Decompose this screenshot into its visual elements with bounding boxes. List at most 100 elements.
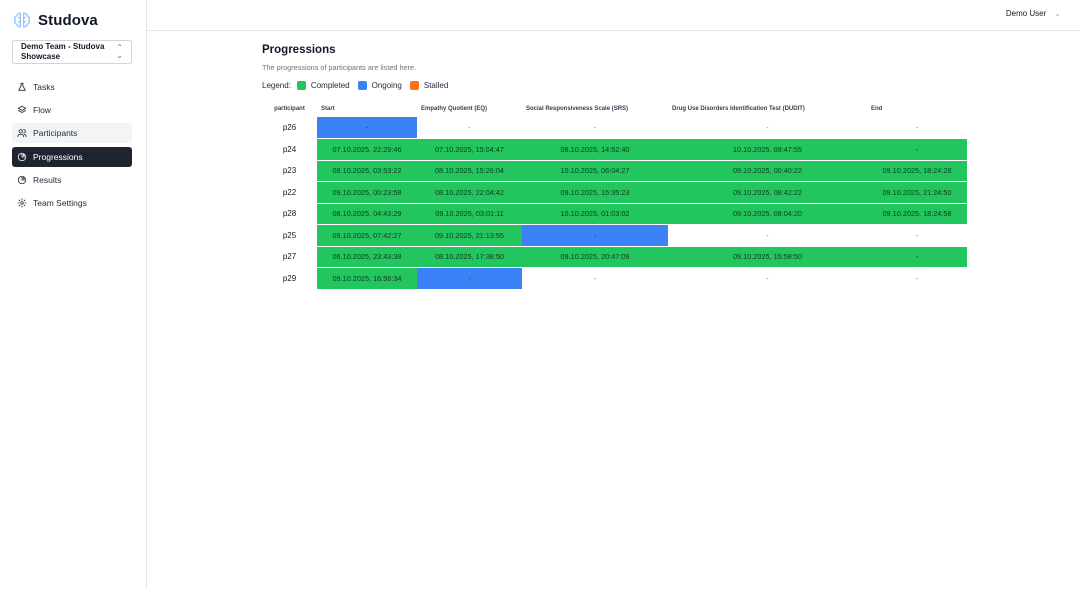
progress-cell: 09.10.2025, 03:01:11 [417,203,522,225]
progress-cell: 09.10.2025, 00:40:22 [668,160,867,182]
progress-cell: 09.10.2025, 00:23:58 [317,181,417,204]
progress-cell: 09.10.2025, 15:58:50 [668,246,867,268]
page-subtitle: The progressions of participants are lis… [262,63,417,72]
progress-cell: - [522,224,668,247]
progress-cell: 09.10.2025, 21:24:50 [867,181,967,204]
legend: Legend: Completed Ongoing Stalled [262,81,456,90]
progress-cell: 07.10.2025, 15:04:47 [417,138,522,161]
progress-cell: - [417,267,522,290]
progress-cell: 09.10.2025, 15:35:23 [522,181,668,204]
legend-text: Completed [310,81,350,90]
table-row[interactable]: p27 06.10.2025, 23:43:38 08.10.2025, 17:38… [262,246,967,268]
table-row[interactable]: p29 09.10.2025, 16:56:34- - - - [262,267,967,290]
page-title: Progressions [262,44,336,56]
layers-icon [17,106,27,114]
sidebar-item-progressions[interactable]: Progressions [12,146,132,167]
table-header-row: participant Start Empathy Quotient (EQ) … [262,101,967,117]
gear-icon [17,198,27,208]
table-row[interactable]: p28 08.10.2025, 04:43:29 09.10.2025, 03:01… [262,203,967,225]
progress-cell: 08.10.2025, 14:52:40 [522,138,668,161]
legend-text: Stalled [423,81,449,90]
progress-cell: 09.10.2025, 08:42:22 [668,181,867,204]
progressions-table: participant Start Empathy Quotient (EQ) … [262,101,967,290]
participant-id: p28 [262,203,317,225]
progress-cell: - [867,246,967,268]
sidebar-item-flow[interactable]: Flow [12,100,132,120]
legend-swatch [357,81,367,90]
brain-logo-icon [14,12,30,28]
pie-chart-icon [17,152,27,161]
progress-cell: - [668,267,867,290]
table-row[interactable]: p26- - - - - [262,117,967,139]
progress-cell: - [668,117,867,139]
team-selector[interactable]: Demo Team - Studova Showcase ⌃ ⌄ [12,40,132,64]
legend-item-stalled: Stalled [409,81,449,90]
flask-icon [18,82,26,91]
table-row[interactable]: p23 08.10.2025, 03:53:22 08.10.2025, 15:26… [262,160,967,182]
progress-cell: 10.10.2025, 09:47:55 [668,138,867,161]
progress-cell: - [867,138,967,161]
legend-item-ongoing: Ongoing [357,81,402,90]
sidebar-item-participants[interactable]: Participants [12,123,132,144]
legend-item-completed: Completed [296,81,350,90]
app-name: Studova [38,11,98,29]
participant-id: p26 [262,117,317,139]
progress-cell: 08.10.2025, 03:53:22 [317,160,417,182]
progress-cell: 07.10.2025, 22:29:46 [317,138,417,161]
progress-cell: - [867,224,967,247]
progress-cell: 08.10.2025, 22:04:42 [417,181,522,204]
progress-cell: 08.10.2025, 15:26:04 [417,160,522,182]
logo[interactable]: Studova [12,10,98,30]
progress-cell: - [317,117,417,139]
participant-id: p27 [262,246,317,268]
main-content: Progressions The progressions of partici… [262,42,456,90]
legend-label: Legend: [262,81,291,90]
participant-id: p29 [262,267,317,290]
topbar: Demo User ⌄ [147,0,1080,31]
progress-cell: - [522,117,668,139]
team-name: Demo Team - Studova Showcase [21,42,105,61]
progress-cell: 09.10.2025, 18:24:58 [867,203,967,225]
sidebar-item-label: Flow [33,105,51,116]
sidebar-item-label: Progressions [33,151,83,162]
progress-cell: 06.10.2025, 23:43:38 [317,246,417,268]
progress-cell: - [417,117,522,139]
sidebar-item-label: Results [33,174,62,185]
users-icon [17,129,27,138]
sidebar-nav: Tasks Flow Participants Progressions Res… [12,77,132,216]
progress-cell: - [522,267,668,290]
sidebar-item-tasks[interactable]: Tasks [12,77,132,97]
participant-id: p23 [262,160,317,182]
sidebar-item-label: Tasks [33,82,55,92]
legend-text: Ongoing [371,81,402,90]
user-name: Demo User [1005,9,1047,18]
progress-cell: 09.10.2025, 07:42:27 [317,224,417,247]
sidebar-item-label: Participants [33,128,78,139]
sidebar-item-results[interactable]: Results [12,170,132,190]
progress-cell: - [668,224,867,247]
column-header: Start [321,106,335,112]
legend-swatch [296,81,306,90]
sidebar-item-team-settings[interactable]: Team Settings [12,193,132,213]
progress-cell: 08.10.2025, 04:43:29 [317,203,417,225]
column-header: participant [274,106,305,112]
sidebar-item-label: Team Settings [33,197,87,208]
table-row[interactable]: p24 07.10.2025, 22:29:46 07.10.2025, 15:04… [262,138,967,161]
participant-id: p25 [262,224,317,247]
progress-cell: 10.10.2025, 06:04:27 [522,160,668,182]
progress-cell: 09.10.2025, 16:56:34 [317,267,417,290]
progress-cell: 09.10.2025, 08:04:20 [668,203,867,225]
pie-chart-icon [17,175,27,184]
progress-cell: 10.10.2025, 01:03:02 [522,203,668,225]
chevron-down-icon: ⌄ [1054,9,1061,18]
chevron-updown-icon: ⌃ ⌄ [116,43,123,60]
participant-id: p24 [262,138,317,161]
table-row[interactable]: p22 09.10.2025, 00:23:58 08.10.2025, 22:04… [262,181,967,204]
progress-cell: 09.10.2025, 20:47:09 [522,246,668,268]
user-menu[interactable]: Demo User ⌄ [1006,9,1061,18]
column-header: End [871,106,883,112]
sidebar: Studova Demo Team - Studova Showcase ⌃ ⌄ … [0,0,147,589]
column-header: Social Responsiveness Scale (SRS) [526,106,629,112]
table-row[interactable]: p25 09.10.2025, 07:42:27 09.10.2025, 21:13… [262,224,967,247]
progress-cell: - [867,267,967,290]
